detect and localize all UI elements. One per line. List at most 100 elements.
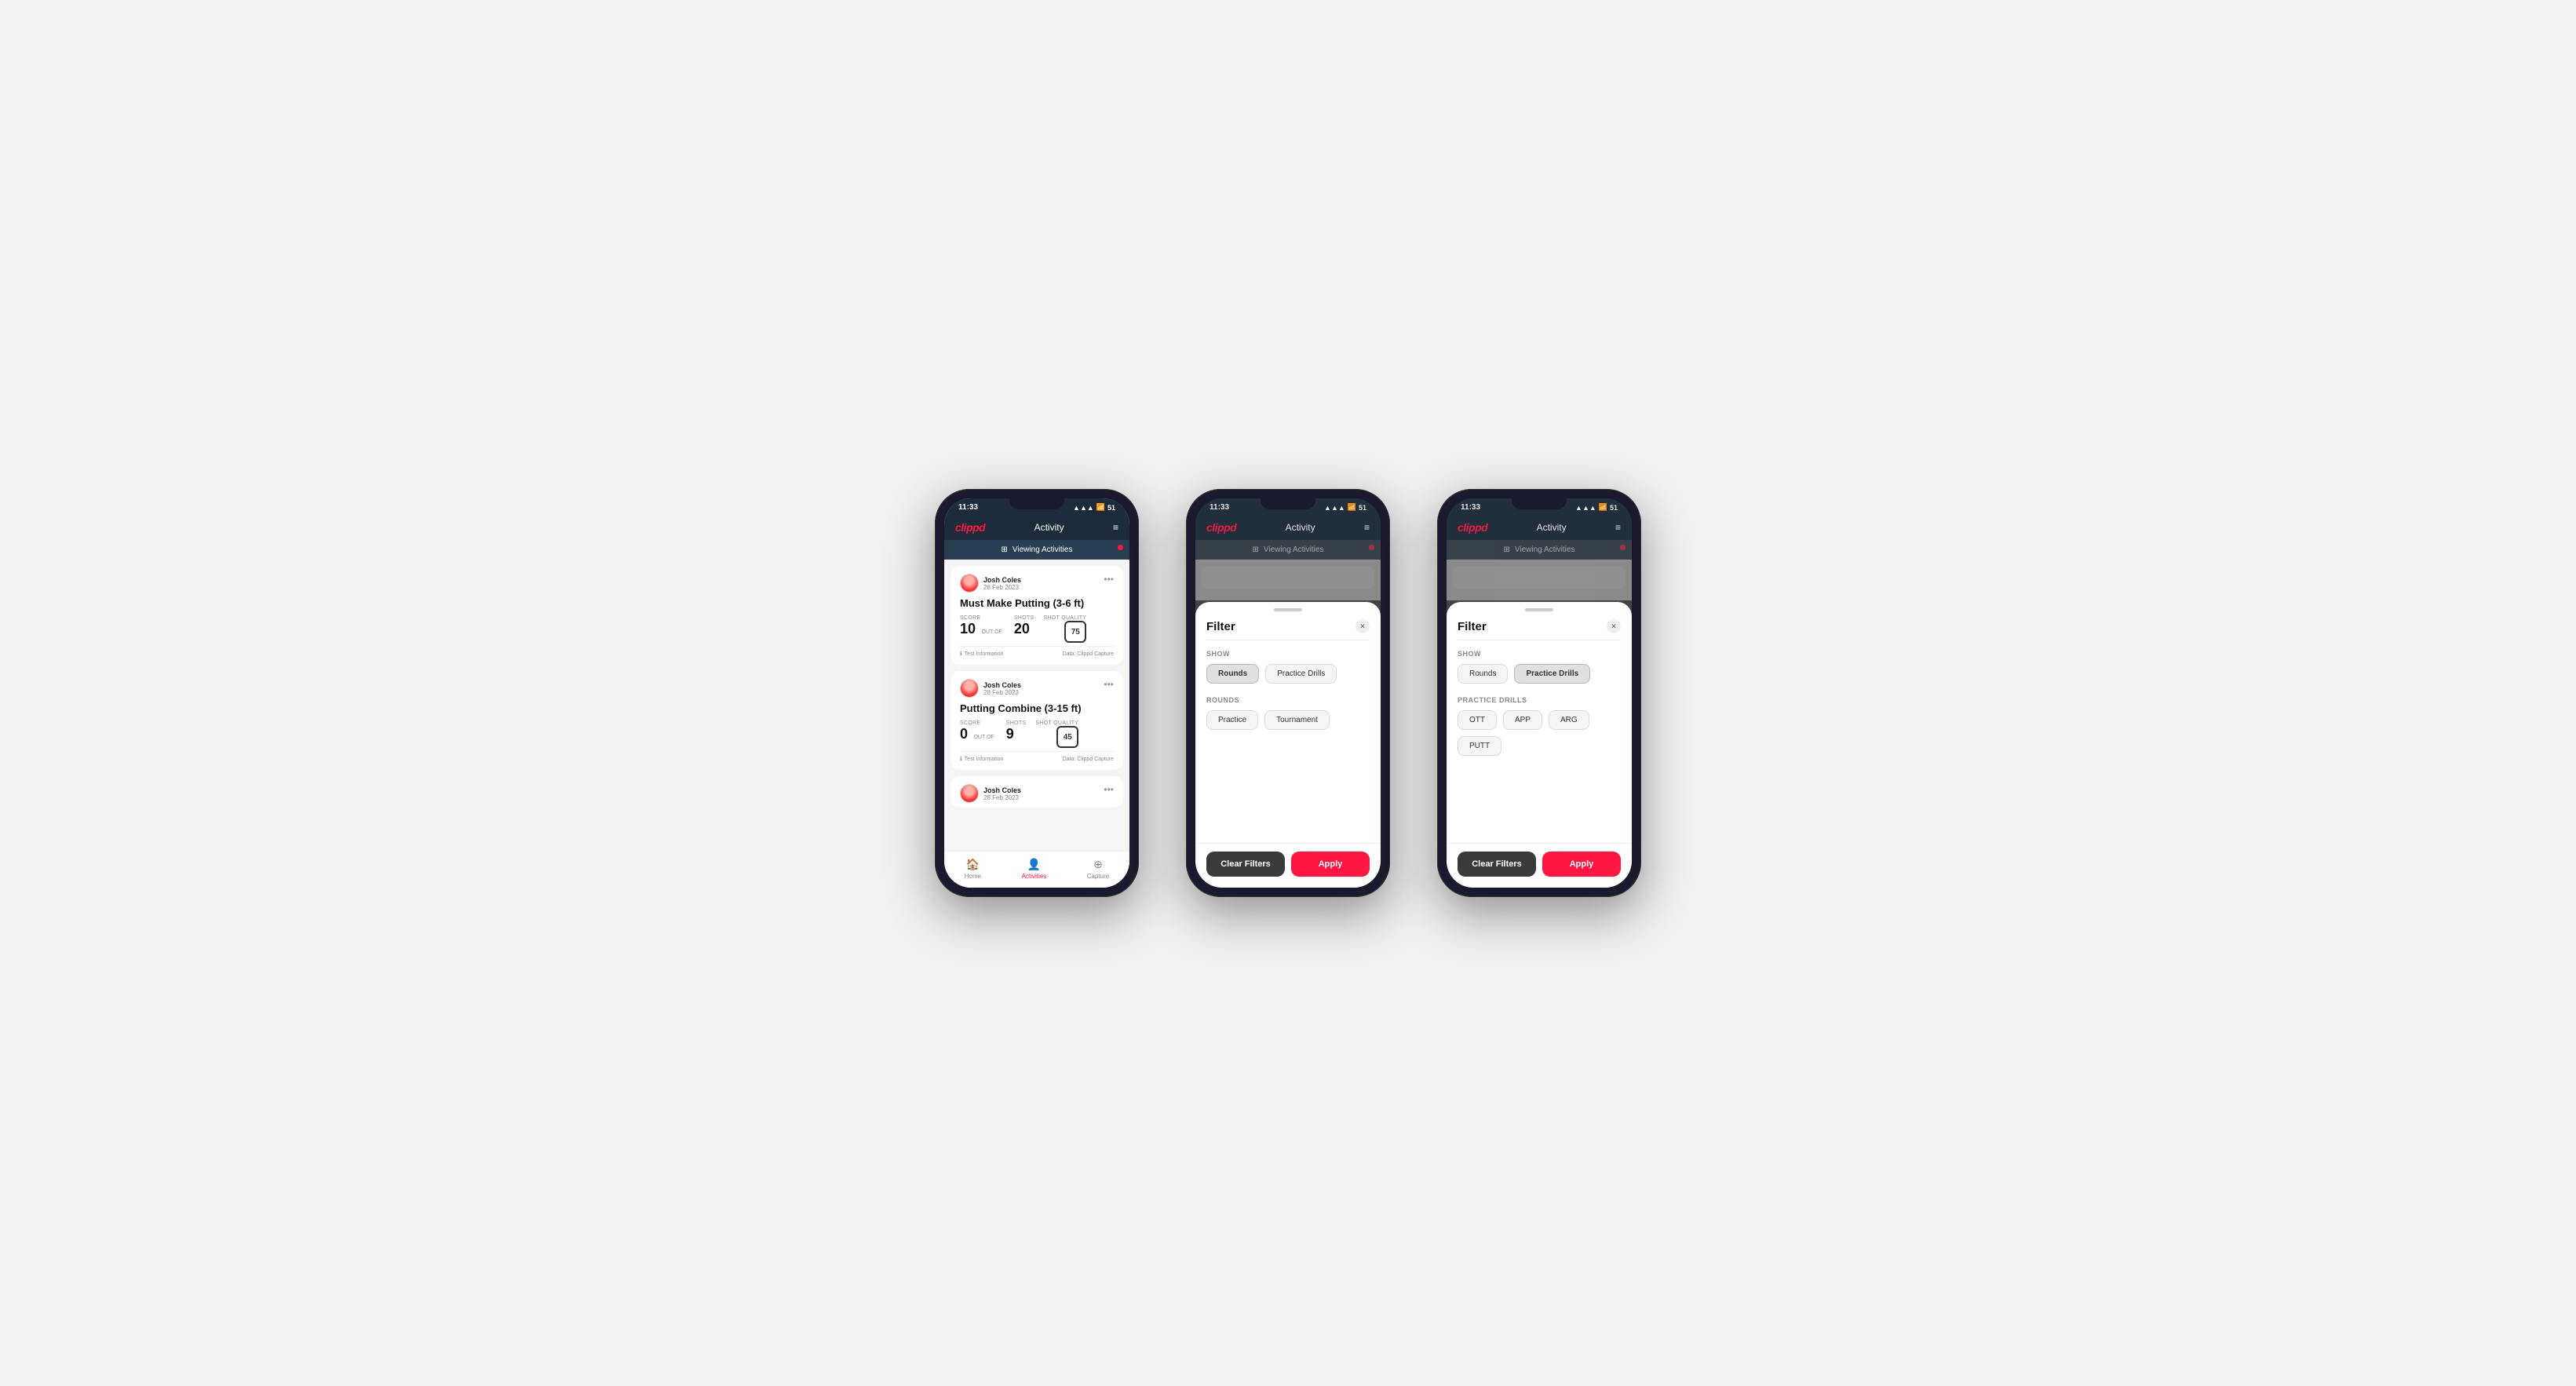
time-2: 11:33 <box>1210 503 1229 512</box>
avatar-img-1 <box>961 574 978 592</box>
notification-dot-3 <box>1620 545 1626 550</box>
signal-icon: ▲▲▲ <box>1073 504 1094 512</box>
clear-filters-btn-3[interactable]: Clear Filters <box>1458 852 1536 877</box>
signal-icon-3: ▲▲▲ <box>1575 504 1596 512</box>
viewing-text-2: Viewing Activities <box>1264 545 1324 554</box>
nav-capture-label: Capture <box>1087 873 1109 880</box>
show-buttons-3: Rounds Practice Drills <box>1458 664 1621 684</box>
show-label-3: Show <box>1458 650 1621 658</box>
tournament-btn-2[interactable]: Tournament <box>1264 710 1330 730</box>
clear-filters-btn-2[interactable]: Clear Filters <box>1206 852 1285 877</box>
arg-btn-3[interactable]: ARG <box>1549 710 1589 730</box>
card-footer-1: ℹ Test Information Data: Clippd Capture <box>960 646 1114 657</box>
activity-card-2[interactable]: Josh Coles 28 Feb 2023 ••• Putting Combi… <box>950 671 1123 770</box>
practice-drills-label-3: Practice Drills <box>1458 696 1621 704</box>
viewing-banner-1[interactable]: ⊞ Viewing Activities <box>944 540 1129 560</box>
putt-btn-3[interactable]: PUTT <box>1458 736 1501 756</box>
filter-close-3[interactable]: ✕ <box>1607 619 1621 633</box>
filter-title-2: Filter <box>1206 620 1235 633</box>
viewing-banner-3: ⊞ Viewing Activities <box>1447 540 1632 560</box>
status-icons-3: ▲▲▲ 📶 51 <box>1575 503 1618 512</box>
nav-activities[interactable]: 👤 Activities <box>1022 858 1047 880</box>
apply-btn-3[interactable]: Apply <box>1542 852 1621 877</box>
info-text-1: Test Information <box>965 651 1004 657</box>
activity-card-3[interactable]: Josh Coles 28 Feb 2023 ••• <box>950 776 1123 808</box>
show-practice-btn-3[interactable]: Practice Drills <box>1514 664 1590 684</box>
data-source-1: Data: Clippd Capture <box>1063 651 1114 657</box>
stats-row-1: Score 10 OUT OF Shots 20 Shot Quality 75 <box>960 615 1114 643</box>
nav-home[interactable]: 🏠 Home <box>965 858 981 880</box>
menu-icon-3[interactable]: ≡ <box>1615 522 1621 533</box>
home-icon: 🏠 <box>966 858 980 871</box>
practice-round-btn-2[interactable]: Practice <box>1206 710 1258 730</box>
card-3-header: Josh Coles 28 Feb 2023 ••• <box>960 784 1114 803</box>
apply-btn-2[interactable]: Apply <box>1291 852 1370 877</box>
sq-value-1: 75 <box>1064 621 1086 643</box>
shots-value-2: 9 <box>1006 726 1014 742</box>
score-value-2: 0 <box>960 726 968 742</box>
viewing-text-3: Viewing Activities <box>1515 545 1575 554</box>
more-menu-3[interactable]: ••• <box>1104 784 1114 795</box>
more-menu-2[interactable]: ••• <box>1104 679 1114 690</box>
user-info-2: Josh Coles 28 Feb 2023 <box>960 679 1021 698</box>
filter-icon-1: ⊞ <box>1002 545 1008 554</box>
avatar-1 <box>960 574 979 593</box>
show-practice-btn-2[interactable]: Practice Drills <box>1265 664 1337 684</box>
user-name-2: Josh Coles <box>983 681 1021 689</box>
activity-list: Josh Coles 28 Feb 2023 ••• Must Make Put… <box>944 560 1129 851</box>
info-1: ℹ Test Information <box>960 651 1003 657</box>
score-block-2: Score 0 OUT OF <box>960 720 997 742</box>
show-rounds-btn-2[interactable]: Rounds <box>1206 664 1259 684</box>
shots-block-2: Shots 9 <box>1006 720 1027 742</box>
behind-card-3 <box>1453 566 1626 589</box>
score-block-1: Score 10 OUT OF <box>960 615 1005 637</box>
app-header-1: clippd Activity ≡ <box>944 515 1129 540</box>
shot-quality-block-1: Shot Quality 75 <box>1043 615 1086 643</box>
app-btn-3[interactable]: APP <box>1503 710 1542 730</box>
shots-value-1: 20 <box>1014 621 1030 636</box>
filter-close-2[interactable]: ✕ <box>1356 619 1370 633</box>
card-title-2: Putting Combine (3-15 ft) <box>960 702 1114 714</box>
nav-capture[interactable]: ⊕ Capture <box>1087 858 1109 880</box>
wifi-icon-2: 📶 <box>1348 503 1356 512</box>
info-icon-2: ℹ <box>960 756 962 762</box>
time-3: 11:33 <box>1461 503 1480 512</box>
rounds-buttons-2: Practice Tournament <box>1206 710 1370 730</box>
notch-2 <box>1261 498 1315 509</box>
info-icon-1: ℹ <box>960 651 962 657</box>
user-name-3: Josh Coles <box>983 786 1021 794</box>
activity-card-1[interactable]: Josh Coles 28 Feb 2023 ••• Must Make Put… <box>950 566 1123 665</box>
app-logo-1: clippd <box>955 521 985 534</box>
phone-3-screen: 11:33 ▲▲▲ 📶 51 clippd Activity ≡ ⊞ Viewi… <box>1447 498 1632 888</box>
show-rounds-btn-3[interactable]: Rounds <box>1458 664 1508 684</box>
filter-body-2: Show Rounds Practice Drills Rounds Pract… <box>1195 640 1381 843</box>
activities-icon: 👤 <box>1027 858 1041 871</box>
show-buttons-2: Rounds Practice Drills <box>1206 664 1370 684</box>
menu-icon-1[interactable]: ≡ <box>1113 522 1118 533</box>
filter-body-3: Show Rounds Practice Drills Practice Dri… <box>1447 640 1632 843</box>
bottom-nav: 🏠 Home 👤 Activities ⊕ Capture <box>944 851 1129 888</box>
score-label-2: Score <box>960 720 997 726</box>
app-logo-2: clippd <box>1206 521 1236 534</box>
capture-icon: ⊕ <box>1093 858 1103 871</box>
battery-icon-2: 51 <box>1359 504 1366 512</box>
card-footer-2: ℹ Test Information Data: Clippd Capture <box>960 751 1114 762</box>
avatar-2 <box>960 679 979 698</box>
user-date-2: 28 Feb 2023 <box>983 689 1021 696</box>
nav-home-label: Home <box>965 873 981 880</box>
menu-icon-2[interactable]: ≡ <box>1364 522 1370 533</box>
show-label-2: Show <box>1206 650 1370 658</box>
sheet-footer-3: Clear Filters Apply <box>1447 843 1632 888</box>
rounds-label-2: Rounds <box>1206 696 1370 704</box>
sheet-header-2: Filter ✕ <box>1195 611 1381 640</box>
ott-btn-3[interactable]: OTT <box>1458 710 1497 730</box>
stats-row-2: Score 0 OUT OF Shots 9 Shot Quality 45 <box>960 720 1114 748</box>
wifi-icon: 📶 <box>1096 503 1105 512</box>
notch <box>1009 498 1064 509</box>
info-text-2: Test Information <box>965 757 1004 762</box>
notification-dot-1 <box>1118 545 1123 550</box>
more-menu-1[interactable]: ••• <box>1104 574 1114 585</box>
battery-icon: 51 <box>1107 504 1115 512</box>
filter-sheet-3: Filter ✕ Show Rounds Practice Drills Pra… <box>1447 602 1632 888</box>
card-2-header: Josh Coles 28 Feb 2023 ••• <box>960 679 1114 698</box>
